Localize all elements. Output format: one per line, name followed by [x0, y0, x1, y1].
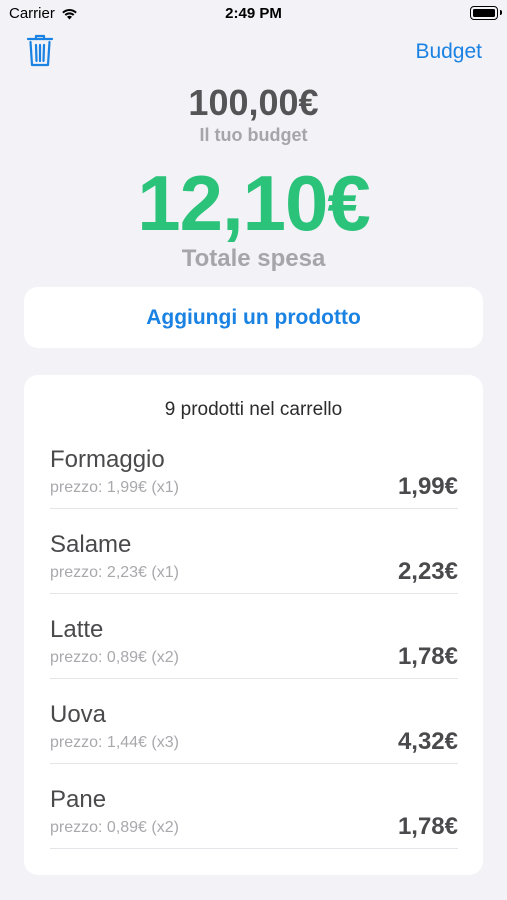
- item-total: 1,78€: [397, 643, 458, 670]
- cart-item[interactable]: Formaggio prezzo: 1,99€ (x1) 1,99€: [50, 444, 458, 529]
- item-total: 1,78€: [397, 813, 458, 840]
- cart-item[interactable]: Pane prezzo: 0,89€ (x2) 1,78€: [50, 784, 458, 869]
- item-name: Uova: [50, 701, 107, 728]
- budget-amount: 100,00€: [188, 82, 319, 123]
- item-detail: prezzo: 2,23€ (x1): [50, 564, 179, 581]
- item-separator: [50, 593, 458, 594]
- cart-items-list: Formaggio prezzo: 1,99€ (x1) 1,99€ Salam…: [50, 444, 458, 869]
- item-detail: prezzo: 0,89€ (x2): [50, 819, 179, 836]
- item-separator: [50, 508, 458, 509]
- item-name: Pane: [50, 786, 107, 813]
- cart-item[interactable]: Salame prezzo: 2,23€ (x1) 2,23€: [50, 529, 458, 614]
- item-separator: [50, 678, 458, 679]
- status-bar: Carrier 2:49 PM: [0, 0, 507, 30]
- item-name: Formaggio: [50, 446, 165, 473]
- cart-item[interactable]: Uova prezzo: 1,44€ (x3) 4,32€: [50, 699, 458, 784]
- item-detail: prezzo: 1,44€ (x3): [50, 734, 179, 751]
- total-amount: 12,10€: [137, 159, 371, 247]
- cart-item[interactable]: Latte prezzo: 0,89€ (x2) 1,78€: [50, 614, 458, 699]
- budget-label: Il tuo budget: [199, 125, 308, 145]
- cart-title: 9 prodotti nel carrello: [164, 399, 343, 420]
- add-product-button[interactable]: Aggiungi un prodotto: [24, 287, 483, 348]
- add-product-label: Aggiungi un prodotto: [146, 305, 361, 329]
- total-label: Totale spesa: [181, 245, 326, 272]
- item-name: Salame: [50, 531, 132, 558]
- item-detail: prezzo: 0,89€ (x2): [50, 649, 179, 666]
- item-separator: [50, 848, 458, 849]
- battery-icon: [470, 6, 502, 20]
- item-separator: [50, 763, 458, 764]
- cart-card: 9 prodotti nel carrello Formaggio prezzo…: [24, 375, 483, 875]
- status-time: 2:49 PM: [225, 5, 282, 22]
- budget-button[interactable]: Budget: [415, 40, 482, 64]
- trash-icon[interactable]: [26, 34, 54, 68]
- item-name: Latte: [50, 616, 104, 643]
- item-detail: prezzo: 1,99€ (x1): [50, 479, 179, 496]
- item-total: 1,99€: [397, 473, 458, 500]
- item-total: 4,32€: [397, 728, 458, 755]
- item-total: 2,23€: [397, 558, 458, 585]
